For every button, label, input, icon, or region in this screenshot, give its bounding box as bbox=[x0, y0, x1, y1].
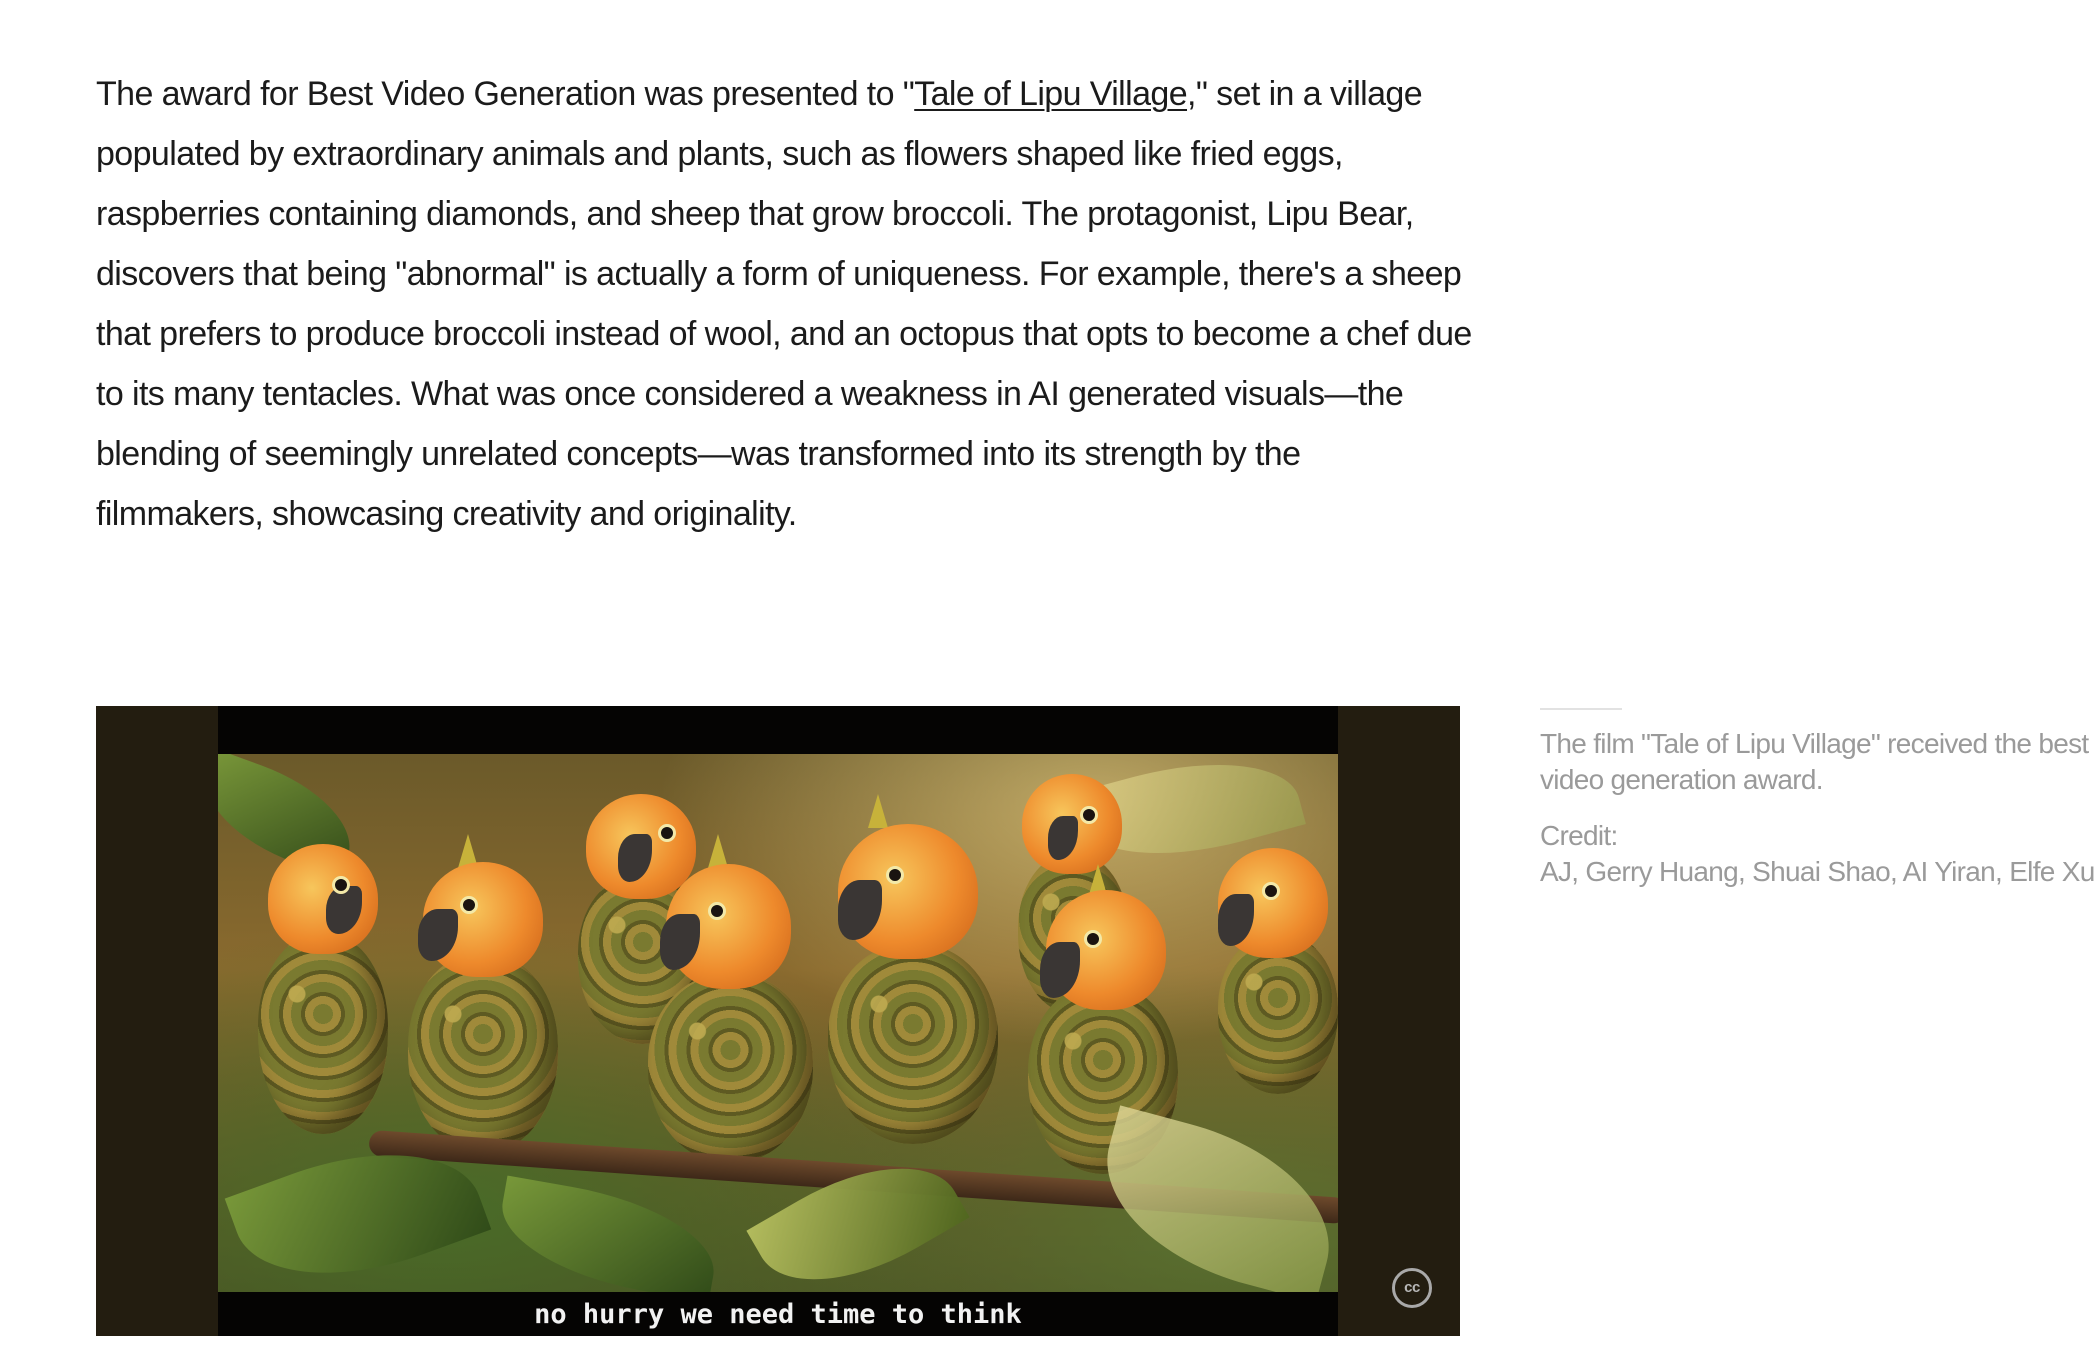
credit-names: AJ, Gerry Huang, Shuai Shao, AI Yiran, E… bbox=[1540, 856, 2095, 887]
article-paragraph: The award for Best Video Generation was … bbox=[96, 64, 1476, 544]
leaf bbox=[1083, 1105, 1338, 1292]
tale-of-lipu-village-link[interactable]: Tale of Lipu Village bbox=[914, 75, 1187, 113]
article-text-before-link: The award for Best Video Generation was … bbox=[96, 75, 915, 113]
leaf bbox=[491, 1175, 725, 1292]
caption-text: The film "Tale of Lipu Village" received… bbox=[1540, 728, 2089, 795]
caption-divider bbox=[1540, 708, 1622, 710]
figure-caption: The film "Tale of Lipu Village" received… bbox=[1540, 708, 2098, 890]
pineapple-parrot bbox=[248, 824, 398, 1154]
video-subtitle: no hurry we need time to think bbox=[534, 1299, 1022, 1330]
article-text-after-link: ," set in a village populated by extraor… bbox=[96, 75, 1472, 533]
closed-captions-icon[interactable]: cc bbox=[1392, 1268, 1432, 1308]
credit-label: Credit: bbox=[1540, 820, 1618, 851]
video-player[interactable]: no hurry we need time to think cc bbox=[96, 706, 1460, 1336]
credit-block: Credit: AJ, Gerry Huang, Shuai Shao, AI … bbox=[1540, 818, 2098, 890]
pineapple-parrot bbox=[398, 834, 568, 1164]
pineapple-parrot bbox=[1208, 824, 1338, 1104]
pineapple-parrot bbox=[638, 834, 818, 1174]
video-frame: no hurry we need time to think bbox=[218, 706, 1338, 1336]
pineapple-parrot bbox=[818, 794, 1008, 1174]
video-still-pineapple-parrots bbox=[218, 754, 1338, 1292]
